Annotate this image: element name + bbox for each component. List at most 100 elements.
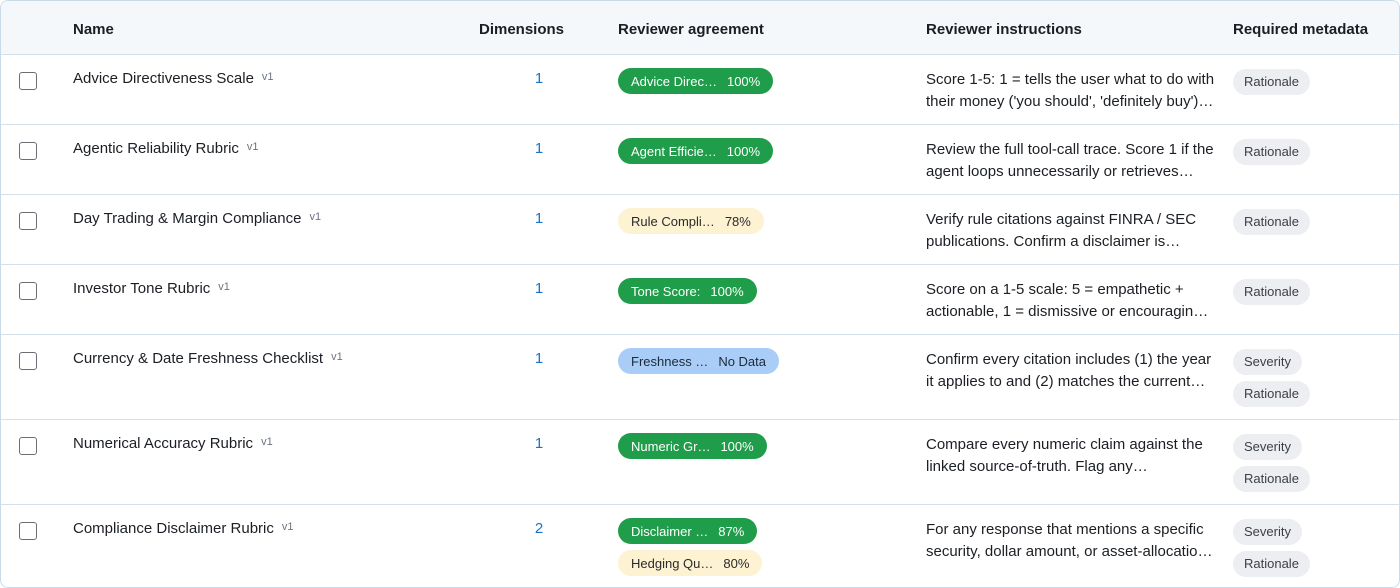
row-checkbox[interactable]	[19, 282, 37, 300]
metadata-chip: Severity	[1233, 349, 1302, 375]
version-label: v1	[218, 281, 230, 293]
rubric-name-cell[interactable]: Compliance Disclaimer Rubric v1	[73, 520, 294, 538]
dimensions-count-link[interactable]: 1	[531, 210, 547, 227]
rubric-name-cell[interactable]: Investor Tone Rubric v1	[73, 280, 230, 298]
table-row[interactable]: Currency & Date Freshness Checklist v1 1 Fr…	[1, 335, 1399, 420]
rubric-name[interactable]: Advice Directiveness Scale	[73, 70, 254, 87]
rubric-name-cell[interactable]: Day Trading & Margin Compliance v1	[73, 210, 321, 228]
metadata-chip: Rationale	[1233, 381, 1310, 407]
agreement-badge[interactable]: Hedging Qu… 80%	[618, 550, 763, 576]
agreement-badge[interactable]: Tone Score: 100%	[618, 278, 757, 304]
instructions-line: agent loops unnecessarily or retrieves…	[926, 163, 1194, 180]
agreement-badge[interactable]: Numeric Gr… 100%	[618, 433, 767, 459]
agreement-badge[interactable]: Disclaimer … 87%	[618, 518, 758, 544]
agreement-badge-label: Rule Compli…	[631, 213, 715, 229]
required-metadata: Rationale	[1233, 69, 1310, 101]
instructions-line: Confirm every citation includes (1) the …	[926, 351, 1212, 368]
required-metadata: Rationale	[1233, 209, 1310, 241]
agreement-badge-label: Tone Score:	[631, 283, 701, 299]
agreement-badge-value: 100%	[720, 438, 754, 454]
reviewer-instructions: Confirm every citation includes (1) the …	[926, 349, 1221, 393]
dimensions-count-link[interactable]: 1	[531, 140, 547, 157]
version-label: v1	[261, 71, 274, 83]
row-checkbox[interactable]	[19, 142, 37, 160]
row-checkbox[interactable]	[19, 437, 37, 455]
rubric-name-cell[interactable]: Advice Directiveness Scale v1	[73, 70, 274, 88]
metadata-chip: Rationale	[1233, 209, 1310, 235]
rubric-name[interactable]: Agentic Reliability Rubric	[73, 140, 239, 157]
agreement-badge[interactable]: Rule Compli… 78%	[618, 208, 764, 234]
agreement-badge-label: Advice Direc…	[631, 73, 717, 89]
table-row[interactable]: Advice Directiveness Scale v1 1 Advice Dire…	[1, 55, 1399, 125]
metadata-chip: Rationale	[1233, 279, 1310, 305]
dimensions-count-link[interactable]: 1	[531, 435, 547, 452]
instructions-line: actionable, 1 = dismissive or encouragin…	[926, 303, 1209, 320]
agreement-badge-label: Freshness …	[631, 353, 709, 369]
version-label: v1	[261, 436, 273, 448]
instructions-line: Verify rule citations against FINRA / SE…	[926, 211, 1197, 228]
rubric-name-cell[interactable]: Numerical Accuracy Rubric v1	[73, 435, 273, 453]
table-row[interactable]: Day Trading & Margin Compliance v1 1 Rule C…	[1, 195, 1399, 265]
instructions-line: linked source-of-truth. Flag any…	[926, 458, 1148, 475]
agreement-badges: Agent Efficie… 100%	[618, 138, 774, 170]
agreement-badge-label: Numeric Gr…	[631, 438, 711, 454]
instructions-line: publications. Confirm a disclaimer is…	[926, 233, 1181, 250]
table-row[interactable]: Agentic Reliability Rubric v1 1 Agent Effic…	[1, 125, 1399, 195]
required-metadata: Rationale	[1233, 139, 1310, 171]
table-row[interactable]: Investor Tone Rubric v1 1 Tone Score: 100% Sc…	[1, 265, 1399, 335]
dimensions-count-link[interactable]: 1	[531, 70, 547, 87]
dimensions-count-link[interactable]: 1	[531, 350, 547, 367]
instructions-line: security, dollar amount, or asset-alloca…	[926, 543, 1213, 560]
agreement-badge-label: Disclaimer …	[631, 523, 709, 539]
rubric-name-cell[interactable]: Currency & Date Freshness Checklist v1	[73, 350, 343, 368]
row-checkbox[interactable]	[19, 522, 37, 540]
table-row[interactable]: Compliance Disclaimer Rubric v1 2 Disclaime…	[1, 505, 1399, 587]
agreement-badges: Numeric Gr… 100%	[618, 433, 767, 465]
agreement-badge-value: 80%	[723, 555, 750, 571]
version-label: v1	[309, 211, 322, 223]
row-checkbox[interactable]	[19, 212, 37, 230]
instructions-line: Score on a 1-5 scale: 5 = empathetic +	[926, 281, 1184, 298]
column-header-instructions[interactable]: Reviewer instructions	[926, 1, 1082, 55]
column-header-dimensions[interactable]: Dimensions	[479, 1, 564, 55]
row-checkbox[interactable]	[19, 352, 37, 370]
dimensions-count-link[interactable]: 2	[531, 520, 547, 537]
agreement-badge[interactable]: Advice Direc… 100%	[618, 68, 774, 94]
version-label: v1	[246, 141, 259, 153]
reviewer-instructions: Compare every numeric claim against the l…	[926, 434, 1221, 478]
reviewer-instructions: Review the full tool-call trace. Score 1…	[926, 139, 1221, 183]
required-metadata: Severity Rationale	[1233, 349, 1310, 413]
rubric-name[interactable]: Day Trading & Margin Compliance	[73, 210, 301, 227]
reviewer-instructions: Score on a 1-5 scale: 5 = empathetic + ac…	[926, 279, 1221, 323]
rubric-name-cell[interactable]: Agentic Reliability Rubric v1	[73, 140, 259, 158]
column-header-agreement[interactable]: Reviewer agreement	[618, 1, 764, 55]
agreement-badge-label: Agent Efficie…	[631, 143, 717, 159]
agreement-badges: Tone Score: 100%	[618, 278, 757, 310]
rubric-name[interactable]: Compliance Disclaimer Rubric	[73, 520, 274, 537]
dimensions-count-link[interactable]: 1	[531, 280, 547, 297]
instructions-line: it applies to and (2) matches the curren…	[926, 373, 1206, 390]
reviewer-instructions: Score 1-5: 1 = tells the user what to do…	[926, 69, 1221, 113]
agreement-badges: Freshness … No Data	[618, 348, 780, 380]
metadata-chip: Rationale	[1233, 69, 1310, 95]
metadata-chip: Severity	[1233, 434, 1302, 460]
agreement-badge-label: Hedging Qu…	[631, 555, 714, 571]
rubric-name[interactable]: Numerical Accuracy Rubric	[73, 435, 253, 452]
instructions-line: For any response that mentions a specifi…	[926, 521, 1204, 538]
agreement-badge[interactable]: Freshness … No Data	[618, 348, 780, 374]
column-header-metadata[interactable]: Required metadata	[1233, 1, 1368, 55]
instructions-line: Compare every numeric claim against the	[926, 436, 1203, 453]
agreement-badge-value: 100%	[710, 283, 744, 299]
agreement-badge[interactable]: Agent Efficie… 100%	[618, 138, 774, 164]
required-metadata: Rationale	[1233, 279, 1310, 311]
row-checkbox[interactable]	[19, 72, 37, 90]
metadata-chip: Rationale	[1233, 551, 1310, 577]
required-metadata: Severity Rationale	[1233, 434, 1310, 498]
metadata-chip: Rationale	[1233, 139, 1310, 165]
agreement-badge-value: 87%	[718, 523, 745, 539]
rubric-name[interactable]: Currency & Date Freshness Checklist	[73, 350, 323, 367]
table-row[interactable]: Numerical Accuracy Rubric v1 1 Numeric Gr… 1…	[1, 420, 1399, 505]
rubric-name[interactable]: Investor Tone Rubric	[73, 280, 210, 297]
column-header-name[interactable]: Name	[73, 1, 114, 55]
version-label: v1	[281, 521, 294, 533]
